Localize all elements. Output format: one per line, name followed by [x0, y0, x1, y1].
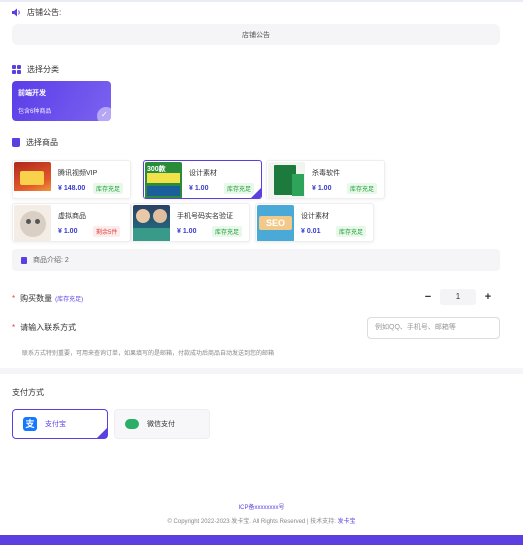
seo-thumbnail: SEO [257, 205, 294, 241]
stock-badge: 库存充足 [347, 183, 378, 194]
tech-support-link[interactable]: 发卡宝 [338, 519, 356, 525]
quantity-input[interactable]: 1 [440, 289, 476, 305]
product-name: 虚拟商品 [58, 213, 86, 220]
category-card-frontend[interactable]: 前端开发 包含6种商品 ✓ [12, 81, 111, 121]
stock-badge: 库存充足 [336, 226, 367, 237]
product-price: ¥ 0.01 [301, 228, 321, 235]
payment-label: 支付方式 [12, 388, 44, 397]
check-icon: ✓ [97, 107, 111, 121]
contact-hint: 联系方式特别重要，可用来查询订单，如果填写的是邮箱，付款成功后商品自动发送到您的… [22, 351, 275, 357]
product-name: 设计素材 [301, 213, 329, 220]
stock-badge: 剩余5件 [93, 226, 121, 237]
category-section-title: 选择分类 [27, 65, 59, 74]
copyright: © Copyright 2022-2023 发卡宝. All Rights Re… [0, 516, 523, 525]
product-price: ¥ 1.00 [58, 228, 78, 235]
cat-thumbnail [14, 205, 51, 241]
selected-corner-mark [97, 428, 107, 438]
icp-link[interactable]: ICP备xxxxxxxx号 [0, 502, 523, 511]
announcement-content: 店铺公告 [12, 24, 500, 45]
product-card[interactable]: 虚拟商品 ¥ 1.00 剩余5件 [12, 203, 131, 242]
product-card-selected[interactable]: 300款 设计素材 ¥ 1.00 库存充足 [143, 160, 262, 199]
product-section-header: 选择商品 [12, 137, 58, 148]
thumbnail-text: SEO [259, 216, 292, 230]
poster-font-thumbnail: 300款 [145, 162, 182, 198]
wechat-icon [125, 419, 139, 429]
tencent-video-thumbnail [14, 162, 51, 198]
decrement-button[interactable]: − [420, 290, 436, 304]
stock-badge: 库存充足 [93, 183, 124, 194]
quantity-stepper: − 1 + [420, 289, 496, 305]
top-divider [0, 0, 523, 2]
product-price: ¥ 148.00 [58, 185, 86, 192]
category-desc: 包含6种商品 [18, 109, 52, 115]
selected-corner-mark [251, 188, 261, 198]
contact-label-text: 请输入联系方式 [20, 323, 77, 332]
grid-icon [12, 65, 21, 74]
category-name: 前端开发 [18, 90, 46, 97]
product-name: 手机号码实名验证 [177, 213, 233, 220]
speaker-icon [12, 8, 21, 17]
product-price: ¥ 1.00 [189, 185, 209, 192]
contact-input[interactable]: 例如QQ、手机号、邮箱等 [367, 317, 500, 339]
antivirus-box-thumbnail [268, 162, 305, 198]
product-section-title: 选择商品 [26, 138, 58, 147]
announcement-label: 店铺公告: [27, 8, 62, 17]
product-card[interactable]: 腾讯视频VIP ¥ 148.00 库存充足 [12, 160, 131, 199]
announcement-header: 店铺公告: [12, 7, 61, 18]
copyright-text: © Copyright 2022-2023 发卡宝. All Rights Re… [167, 519, 336, 525]
quantity-stock-hint: (库存充足) [55, 297, 84, 303]
product-card[interactable]: 杀毒软件 ¥ 1.00 库存充足 [266, 160, 385, 199]
alipay-label: 支付宝 [45, 421, 66, 428]
product-name: 杀毒软件 [312, 170, 340, 177]
increment-button[interactable]: + [480, 290, 496, 304]
product-price: ¥ 1.00 [177, 228, 197, 235]
bag-icon [12, 138, 20, 147]
section-divider [0, 368, 523, 374]
wechat-pay-option[interactable]: 微信支付 [114, 409, 210, 439]
stock-badge: 库存充足 [212, 226, 243, 237]
product-description: 商品介绍: 2 [12, 249, 500, 271]
product-description-text: 商品介绍: 2 [33, 257, 69, 264]
product-name: 设计素材 [189, 170, 217, 177]
bottom-bar [0, 535, 523, 545]
contact-label: * 请输入联系方式 [12, 323, 77, 332]
alipay-option[interactable]: 支 支付宝 [12, 409, 108, 439]
course-thumbnail [133, 205, 170, 241]
quantity-label: * 购买数量 (库存充足) [12, 294, 84, 303]
document-icon [21, 256, 27, 264]
product-card[interactable]: 手机号码实名验证 ¥ 1.00 库存充足 [131, 203, 250, 242]
quantity-label-text: 购买数量 [20, 294, 53, 303]
product-card[interactable]: SEO 设计素材 ¥ 0.01 库存充足 [255, 203, 374, 242]
stock-badge: 库存充足 [224, 183, 255, 194]
category-section-header: 选择分类 [12, 64, 59, 75]
product-name: 腾讯视频VIP [58, 170, 98, 177]
wechat-pay-label: 微信支付 [147, 421, 175, 428]
product-price: ¥ 1.00 [312, 185, 332, 192]
alipay-icon: 支 [23, 417, 37, 431]
